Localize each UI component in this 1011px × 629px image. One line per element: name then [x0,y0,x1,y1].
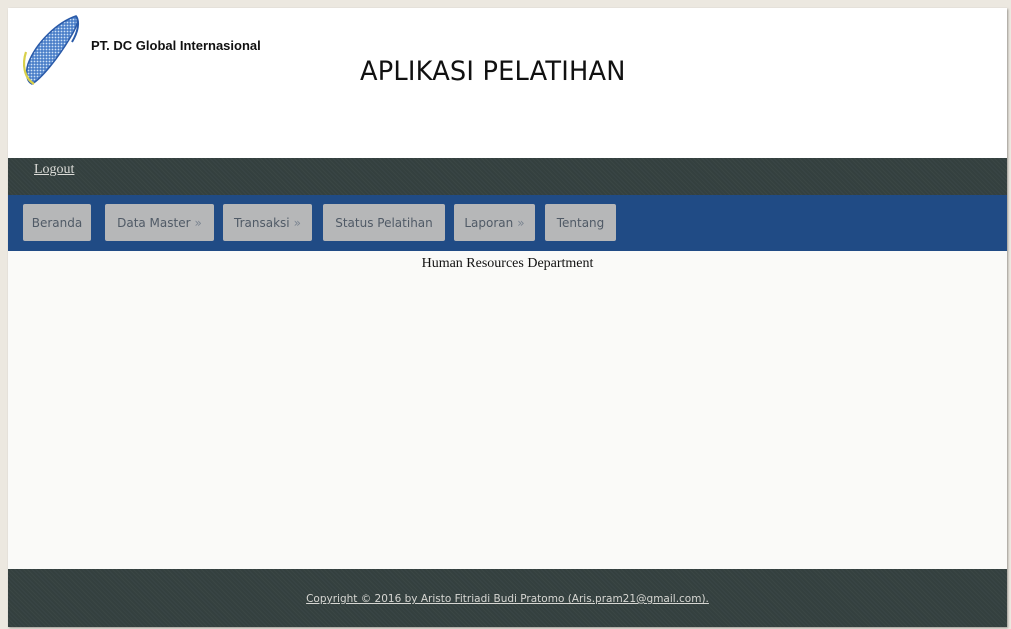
app-title: APLIKASI PELATIHAN [360,56,626,87]
top-bar: Logout [8,158,1007,195]
nav-transaksi[interactable]: Transaksi » [223,204,312,241]
nav-label: Transaksi [234,215,290,230]
company-logo-icon [23,15,80,85]
logout-link[interactable]: Logout [34,162,74,178]
nav-tentang[interactable]: Tentang [545,204,616,241]
nav-beranda[interactable]: Beranda [23,204,91,241]
footer: Copyright © 2016 by Aristo Fitriadi Budi… [8,569,1007,627]
copyright-link[interactable]: Copyright © 2016 by Aristo Fitriadi Budi… [8,593,1007,605]
nav-label: Tentang [556,215,605,230]
chevron-right-icon: » [293,215,301,230]
nav-label: Beranda [31,215,83,230]
chevron-right-icon: » [517,215,525,230]
app-window: PT. DC Global Internasional APLIKASI PEL… [8,8,1007,627]
company-name: PT. DC Global Internasional [91,38,261,53]
nav-label: Data Master [117,215,191,230]
main-content: Human Resources Department [8,251,1007,569]
nav-laporan[interactable]: Laporan » [454,204,535,241]
nav-data-master[interactable]: Data Master » [105,204,214,241]
main-nav: Beranda Data Master » Transaksi » Status… [8,195,1007,251]
nav-label: Status Pelatihan [335,215,433,230]
department-title: Human Resources Department [421,256,594,271]
header: PT. DC Global Internasional APLIKASI PEL… [8,8,1007,158]
nav-status-pelatihan[interactable]: Status Pelatihan [323,204,445,241]
chevron-right-icon: » [194,215,202,230]
nav-label: Laporan [464,215,514,230]
